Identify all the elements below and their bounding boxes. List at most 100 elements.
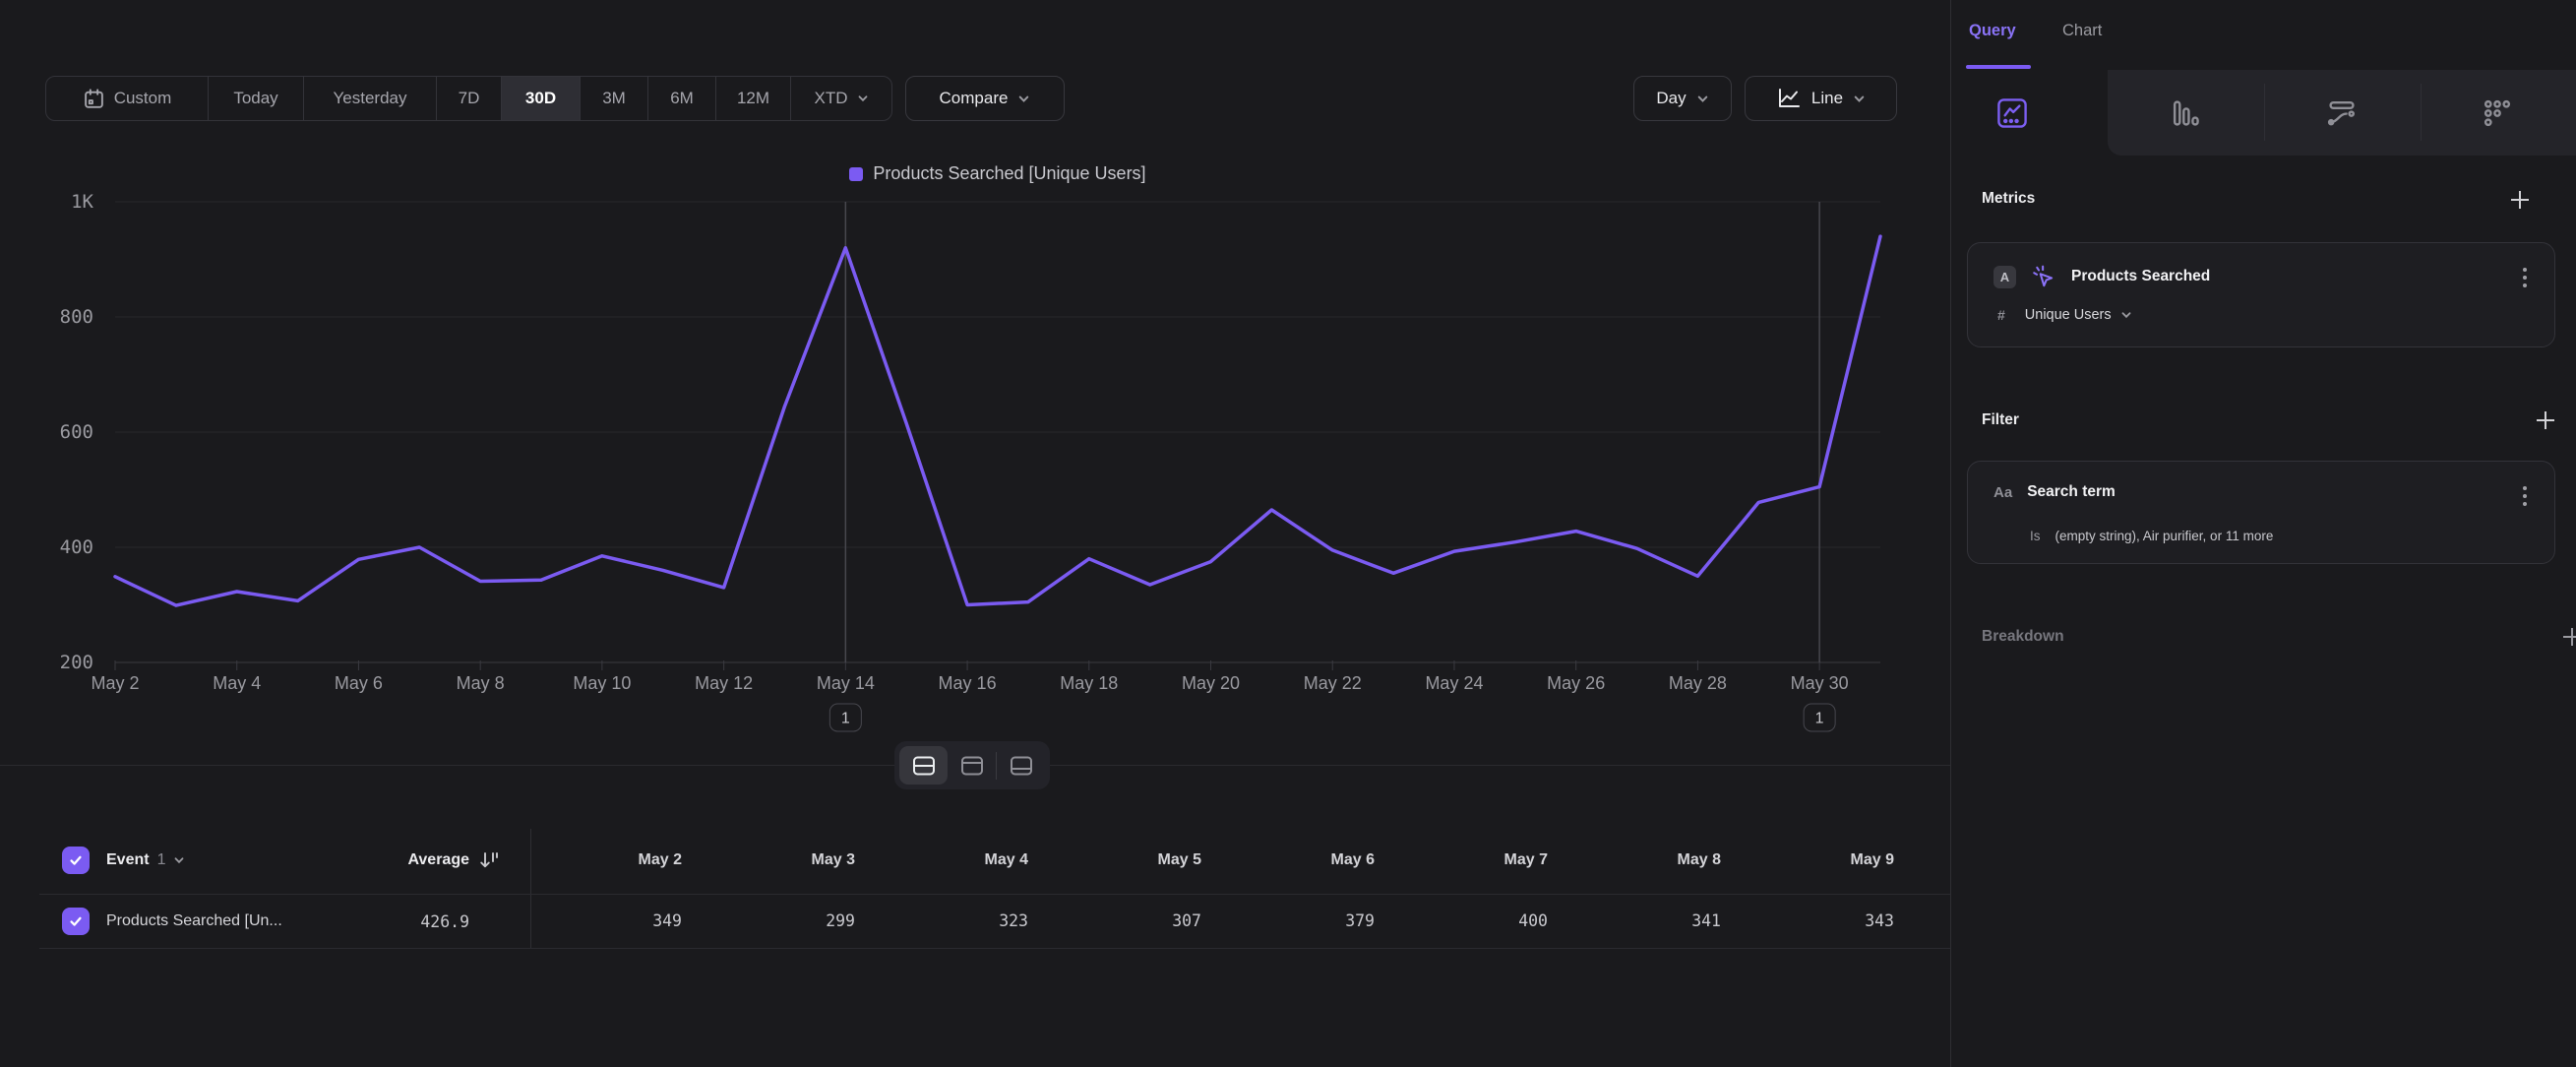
metric-letter-badge: A — [1993, 266, 2016, 288]
y-tick-label: 800 — [60, 306, 93, 328]
table-bottom-view-button[interactable] — [997, 746, 1045, 785]
add-metric-icon[interactable] — [2509, 189, 2531, 211]
filter-kebab-icon[interactable] — [2519, 482, 2531, 510]
chart-type-button[interactable]: Line — [1745, 76, 1897, 121]
row-checkbox[interactable] — [62, 908, 90, 935]
day-column-header[interactable]: May 8 — [1569, 827, 1721, 894]
day-column-header[interactable]: May 7 — [1396, 827, 1548, 894]
range-3m[interactable]: 3M — [580, 77, 647, 120]
tab-query[interactable]: Query — [1969, 22, 2016, 40]
day-value-cell: 379 — [1223, 894, 1375, 948]
chevron-down-icon — [1017, 93, 1030, 105]
x-tick-label: May 14 — [817, 673, 875, 693]
range-today[interactable]: Today — [208, 77, 303, 120]
filter-value[interactable]: (empty string), Air purifier, or 11 more — [2055, 529, 2274, 543]
x-tick-label: May 24 — [1425, 673, 1483, 693]
report-tab-separator — [2421, 84, 2422, 141]
average-header[interactable]: Average — [295, 847, 469, 874]
chevron-down-icon — [2120, 309, 2132, 321]
compare-label: Compare — [940, 89, 1009, 108]
filter-operator[interactable]: Is — [2030, 529, 2041, 543]
x-tick-label: May 12 — [695, 673, 753, 693]
metric-kebab-icon[interactable] — [2519, 264, 2531, 291]
sort-descending-icon[interactable] — [478, 849, 500, 876]
tab-chart[interactable]: Chart — [2062, 22, 2102, 40]
add-breakdown-icon[interactable] — [2561, 626, 2576, 648]
row-average: 426.9 — [295, 908, 469, 935]
y-tick-label: 200 — [60, 652, 93, 673]
x-tick-label: May 22 — [1304, 673, 1362, 693]
table-row-border — [39, 948, 1950, 949]
range-7d[interactable]: 7D — [436, 77, 501, 120]
day-column-header[interactable]: May 4 — [877, 827, 1028, 894]
filter-card[interactable]: Aa Search term Is (empty string), Air pu… — [1967, 461, 2555, 564]
day-column-header[interactable]: May 6 — [1223, 827, 1375, 894]
metric-card[interactable]: A Products Searched # Unique Users — [1967, 242, 2555, 347]
report-tab-bar — [1951, 70, 2576, 156]
funnels-tab-icon[interactable] — [2170, 98, 2201, 133]
event-count: 1 — [157, 851, 166, 869]
y-tick-label: 600 — [60, 421, 93, 443]
x-tick-label: May 6 — [335, 673, 383, 693]
range-custom[interactable]: Custom — [46, 77, 208, 120]
day-value-cell: 349 — [530, 894, 682, 948]
x-tick-label: May 18 — [1060, 673, 1118, 693]
insights-tab-icon[interactable] — [1995, 96, 2029, 135]
compare-button[interactable]: Compare — [905, 76, 1065, 121]
aggregation-selector[interactable]: Unique Users — [2025, 307, 2132, 323]
day-column-header[interactable]: May 3 — [704, 827, 855, 894]
granularity-button[interactable]: Day — [1633, 76, 1732, 121]
event-label: Event — [106, 851, 150, 869]
panel-divider — [1950, 0, 1951, 1067]
day-value-cell: 343 — [1743, 894, 1894, 948]
range-yesterday[interactable]: Yesterday — [303, 77, 436, 120]
line-chart[interactable]: 1K800600400200May 2May 4May 6May 8May 10… — [0, 148, 1950, 766]
day-value-cell: 323 — [877, 894, 1028, 948]
annotation-badge-label: 1 — [841, 711, 850, 727]
x-tick-label: May 16 — [939, 673, 997, 693]
day-value-cell: 341 — [1569, 894, 1721, 948]
series-line[interactable] — [115, 236, 1880, 605]
active-tab-underline — [1966, 65, 2031, 69]
string-type-icon: Aa — [1993, 484, 2012, 501]
chart-type-label: Line — [1811, 89, 1843, 108]
flows-tab-icon[interactable] — [2326, 99, 2358, 132]
filter-heading: Filter — [1982, 411, 2019, 429]
breakdown-heading: Breakdown — [1982, 628, 2064, 646]
range-6m[interactable]: 6M — [647, 77, 715, 120]
day-value-cell: 307 — [1050, 894, 1201, 948]
row-name[interactable]: Products Searched [Un... — [106, 908, 282, 935]
granularity-label: Day — [1656, 89, 1686, 108]
day-column-header[interactable]: May 2 — [530, 827, 682, 894]
event-header[interactable]: Event 1 — [106, 847, 185, 874]
chevron-down-icon — [1853, 93, 1866, 105]
x-tick-label: May 20 — [1182, 673, 1240, 693]
check-icon — [68, 913, 84, 929]
chart-top-view-button[interactable] — [948, 746, 996, 785]
metrics-heading: Metrics — [1982, 190, 2035, 208]
y-tick-label: 1K — [71, 191, 93, 213]
range-12m[interactable]: 12M — [715, 77, 790, 120]
metric-name: Products Searched — [2071, 268, 2210, 285]
x-tick-label: May 30 — [1791, 673, 1849, 693]
range-30d[interactable]: 30D — [501, 77, 580, 120]
x-tick-label: May 2 — [91, 673, 139, 693]
day-column-header[interactable]: May 9 — [1743, 827, 1894, 894]
report-tab-separator — [2264, 84, 2265, 141]
day-value-cell: 400 — [1396, 894, 1548, 948]
chevron-down-icon — [173, 854, 185, 866]
calendar-icon — [83, 88, 105, 110]
select-all-checkbox[interactable] — [62, 847, 90, 874]
x-tick-label: May 28 — [1669, 673, 1727, 693]
average-label: Average — [407, 851, 469, 869]
split-view-button[interactable] — [899, 746, 948, 785]
day-column-header[interactable]: May 5 — [1050, 827, 1201, 894]
event-spark-cursor-icon — [2031, 265, 2056, 288]
filter-name: Search term — [2027, 483, 2116, 501]
retention-tab-icon[interactable] — [2483, 98, 2512, 133]
add-filter-icon[interactable] — [2535, 409, 2556, 431]
day-value-cell: 299 — [704, 894, 855, 948]
chevron-down-icon — [1696, 93, 1709, 105]
number-type-icon: # — [1997, 307, 2005, 323]
range-xtd[interactable]: XTD — [790, 77, 891, 120]
